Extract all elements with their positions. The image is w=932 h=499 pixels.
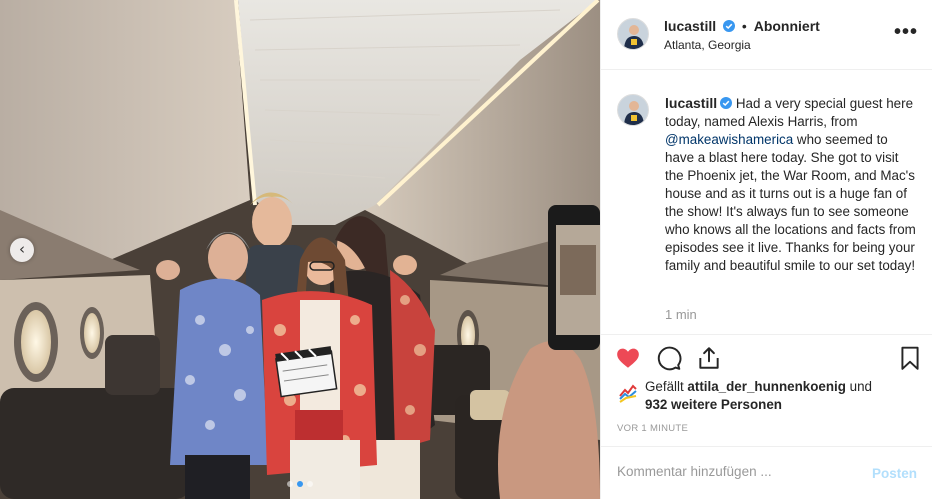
comment-input[interactable] (617, 464, 857, 479)
comment-timestamp: 1 min (665, 307, 697, 322)
likes-prefix: Gefällt (645, 379, 688, 394)
separator-dot: • (741, 18, 747, 34)
avatar-image (618, 19, 648, 49)
cabin-group-photo (0, 0, 600, 499)
caption-suffix: who seemed to have a blast here today. S… (665, 132, 916, 273)
header-user-line: lucastill • Abonniert (664, 18, 820, 34)
post-photo[interactable]: ‹ (0, 0, 600, 499)
verified-badge-icon (720, 97, 733, 109)
post-comment-button[interactable]: Posten (872, 466, 917, 481)
carousel-dot (287, 481, 293, 487)
location-link[interactable]: Atlanta, Georgia (664, 38, 751, 52)
more-options-icon[interactable]: ••• (894, 22, 918, 42)
share-icon[interactable] (696, 345, 722, 371)
action-bar (601, 334, 932, 378)
caption-comment: lucastill Had a very special guest here … (601, 70, 932, 334)
comment-icon[interactable] (656, 345, 682, 371)
avatar-image (618, 95, 648, 125)
carousel-prev-button[interactable]: ‹ (10, 238, 34, 262)
carousel-dot (307, 481, 313, 487)
add-comment-bar: Posten (601, 446, 932, 499)
chevron-left-icon: ‹ (19, 239, 25, 258)
likes-summary: Gefällt attila_der_hunnenkoenig und 932 w… (617, 378, 917, 414)
caption-text: lucastill Had a very special guest here … (665, 94, 917, 275)
others-likes-link[interactable]: 932 weitere Personen (645, 397, 782, 412)
bookmark-icon[interactable] (897, 345, 923, 371)
follow-status-button[interactable]: Abonniert (754, 18, 820, 34)
likes-text: Gefällt attila_der_hunnenkoenig und 932 w… (645, 378, 917, 414)
verified-badge-icon (723, 20, 736, 32)
avatar[interactable] (617, 94, 649, 126)
avatar[interactable] (617, 18, 649, 50)
carousel-indicator (0, 481, 600, 487)
mention-link[interactable]: @makeawishamerica (665, 132, 793, 147)
heart-icon[interactable] (615, 345, 641, 371)
likes-middle: und (845, 379, 872, 394)
carousel-dot-active (297, 481, 303, 487)
post-age: VOR 1 MINUTE (617, 423, 689, 434)
post-header: lucastill • Abonniert Atlanta, Georgia •… (601, 0, 932, 70)
post-details-panel: lucastill • Abonniert Atlanta, Georgia •… (600, 0, 932, 499)
caption-username-link[interactable]: lucastill (665, 95, 717, 111)
username-link[interactable]: lucastill (664, 18, 716, 34)
liker-username-link[interactable]: attila_der_hunnenkoenig (687, 379, 845, 394)
liker-avatar[interactable] (617, 381, 639, 403)
